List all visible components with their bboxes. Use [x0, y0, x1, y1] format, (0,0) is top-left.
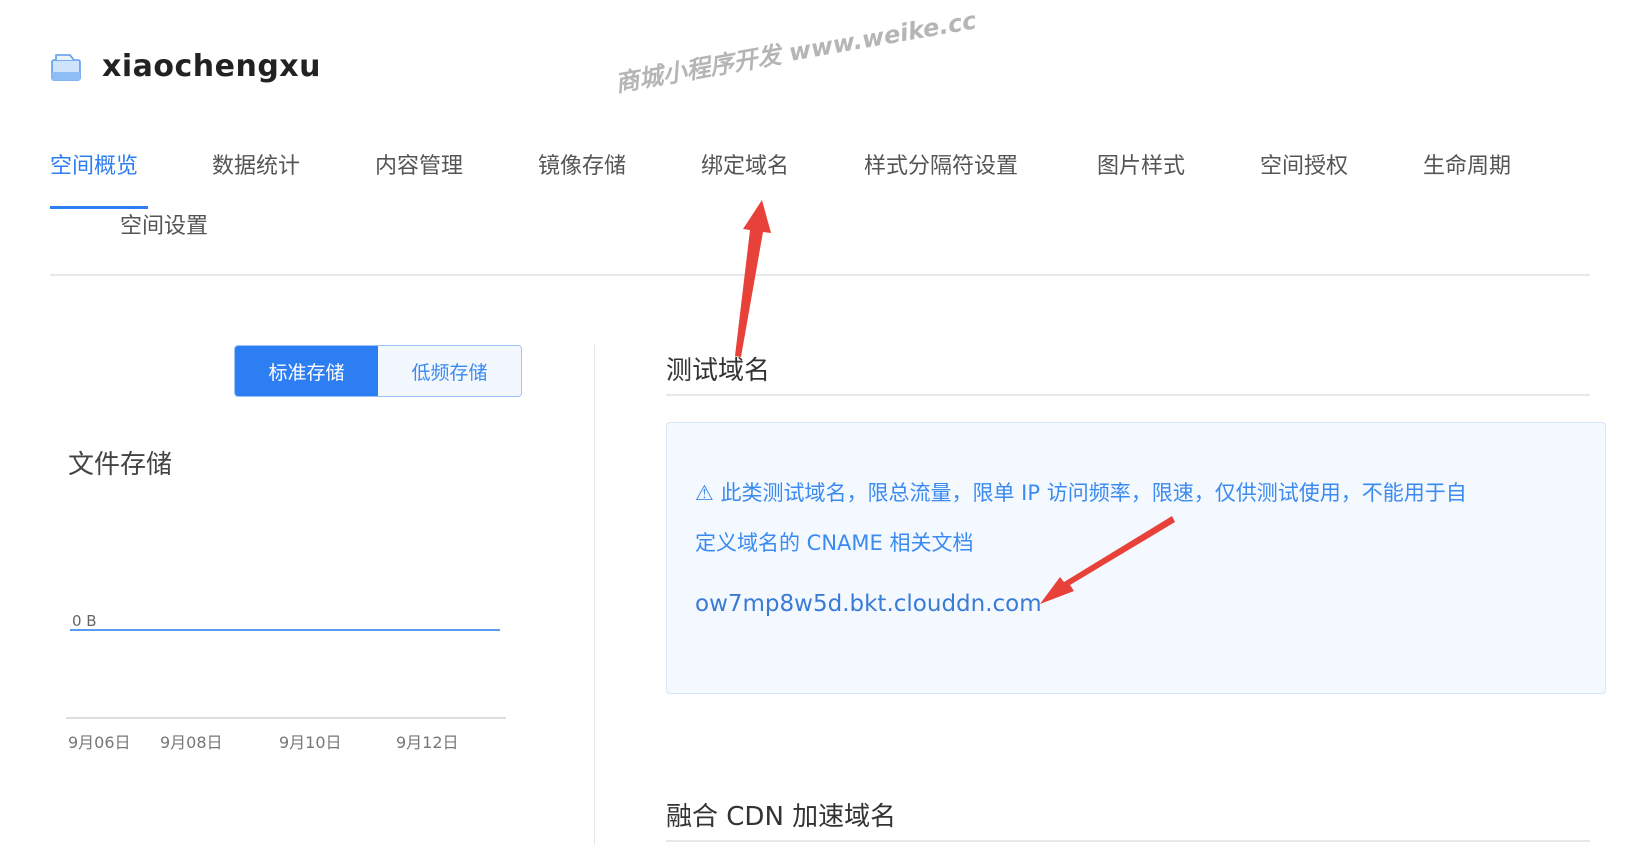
tab-mirror[interactable]: 镜像存储 — [538, 148, 626, 180]
low-frequency-storage-button[interactable]: 低频存储 — [378, 346, 521, 396]
tab-overview[interactable]: 空间概览 — [50, 148, 148, 209]
x-tick-label: 9月10日 — [279, 733, 342, 752]
watermark: 商城小程序开发 www.weike.cc — [613, 6, 979, 98]
bucket-name: xiaochengxu — [102, 48, 322, 84]
file-storage-title: 文件存储 — [68, 450, 173, 480]
storage-type-toggle: 标准存储 低频存储 — [234, 345, 522, 397]
x-tick-label: 9月08日 — [160, 733, 223, 752]
tab-lifecycle[interactable]: 生命周期 — [1423, 148, 1511, 180]
section-divider — [666, 394, 1590, 396]
cdn-domain-title: 融合 CDN 加速域名 — [666, 802, 897, 832]
test-domain-title: 测试域名 — [666, 356, 771, 386]
tab-settings[interactable]: 空间设置 — [120, 208, 208, 240]
x-tick-label: 9月12日 — [396, 733, 459, 752]
tab-content[interactable]: 内容管理 — [375, 148, 463, 180]
tab-bind-domain[interactable]: 绑定域名 — [701, 148, 789, 180]
x-tick-label: 9月06日 — [68, 733, 131, 752]
standard-storage-button[interactable]: 标准存储 — [235, 346, 378, 396]
notice-warning-text: ⚠ 此类测试域名，限总流量，限单 IP 访问频率，限速，仅供测试使用，不能用于自 — [695, 481, 1467, 505]
section-divider — [666, 840, 1590, 842]
tab-authorization[interactable]: 空间授权 — [1260, 148, 1348, 180]
tab-style-separator[interactable]: 样式分隔符设置 — [864, 148, 1018, 180]
y-tick-label: 0 B — [72, 612, 97, 630]
cname-doc-link[interactable]: 定义域名的 CNAME 相关文档 — [695, 527, 973, 557]
tab-image-style[interactable]: 图片样式 — [1097, 148, 1185, 180]
bucket-icon — [51, 54, 81, 81]
test-domain-link[interactable]: ow7mp8w5d.bkt.clouddn.com — [695, 591, 1042, 617]
storage-chart: 0 B 9月06日 9月08日 9月10日 9月12日 — [66, 612, 506, 752]
tab-label: 空间概览 — [50, 154, 139, 179]
test-domain-notice: ⚠ 此类测试域名，限总流量，限单 IP 访问频率，限速，仅供测试使用，不能用于自… — [666, 422, 1606, 694]
tab-bar: 空间概览 数据统计 内容管理 镜像存储 绑定域名 样式分隔符设置 图片样式 空间… — [50, 148, 1590, 276]
bucket-header: xiaochengxu — [50, 46, 321, 86]
vertical-divider — [594, 345, 595, 845]
tab-statistics[interactable]: 数据统计 — [212, 148, 300, 180]
